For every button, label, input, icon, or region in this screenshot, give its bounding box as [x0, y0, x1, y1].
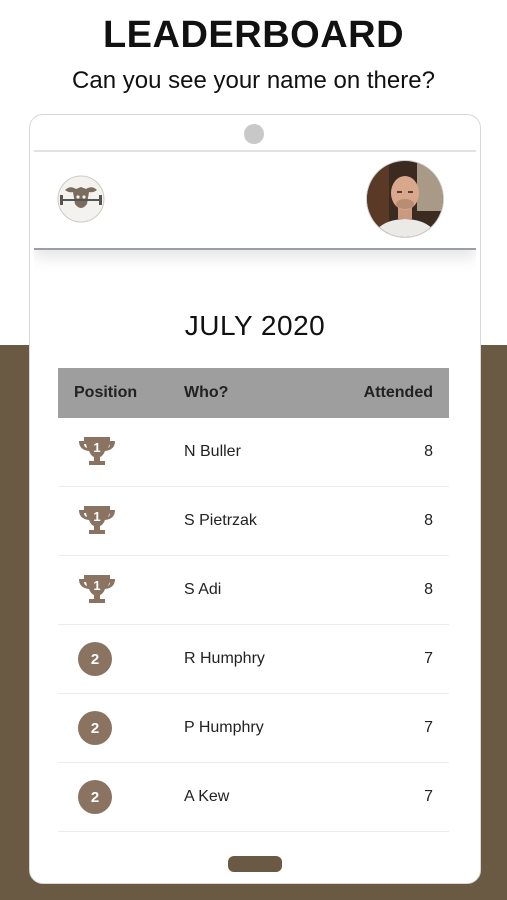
column-header-position: Position: [74, 384, 138, 401]
trophy-icon: 1: [78, 571, 115, 609]
member-name: N Buller: [184, 443, 241, 460]
table-row: 2 P Humphry 7: [58, 694, 449, 763]
attended-count: 8: [424, 443, 433, 460]
leaderboard-table: Position Who? Attended 1 N Buller 8 1 S …: [58, 368, 449, 845]
circle-badge-icon: 2: [78, 709, 114, 747]
page-subheadline: Can you see your name on there?: [72, 67, 435, 94]
gym-logo-icon[interactable]: [56, 174, 106, 224]
member-name: A Kew: [184, 788, 230, 805]
circle-badge-icon: 2: [78, 640, 114, 678]
table-row: 2 R Humphry 7: [58, 625, 449, 694]
tablet-frame: JULY 2020 Position Who? Attended 1 N Bul…: [29, 114, 481, 884]
rank-number: 2: [78, 780, 112, 814]
attended-count: 7: [424, 719, 433, 736]
trophy-icon: 1: [78, 502, 115, 540]
trophy-icon: 1: [78, 433, 115, 471]
table-row-partial: [58, 832, 449, 845]
rank-number: 2: [78, 642, 112, 676]
member-name: R Humphry: [184, 650, 265, 667]
app-screen: JULY 2020 Position Who? Attended 1 N Bul…: [34, 150, 476, 845]
rank-number: 1: [93, 509, 100, 524]
page-headline: LEADERBOARD: [102, 14, 405, 56]
month-title: JULY 2020: [184, 310, 326, 341]
table-header: Position Who? Attended: [58, 368, 449, 418]
attended-count: 7: [424, 650, 433, 667]
member-name: P Humphry: [184, 719, 264, 736]
user-avatar[interactable]: [366, 160, 444, 238]
attended-count: 8: [424, 512, 433, 529]
attended-count: 7: [424, 788, 433, 805]
rank-number: 2: [78, 711, 112, 745]
rank-number: 1: [93, 440, 100, 455]
attended-count: 8: [424, 581, 433, 598]
column-header-who: Who?: [184, 384, 229, 401]
camera-icon: [244, 124, 264, 144]
app-header: [34, 152, 476, 250]
table-row: 1 S Pietrzak 8: [58, 487, 449, 556]
table-row: 2 A Kew 7: [58, 763, 449, 832]
table-row: 1 N Buller 8: [58, 418, 449, 487]
member-name: S Adi: [184, 581, 222, 598]
column-header-attended: Attended: [363, 384, 433, 401]
member-name: S Pietrzak: [184, 512, 257, 529]
rank-number: 1: [93, 578, 100, 593]
home-button[interactable]: [228, 856, 282, 872]
circle-badge-icon: 2: [78, 778, 114, 816]
table-row: 1 S Adi 8: [58, 556, 449, 625]
